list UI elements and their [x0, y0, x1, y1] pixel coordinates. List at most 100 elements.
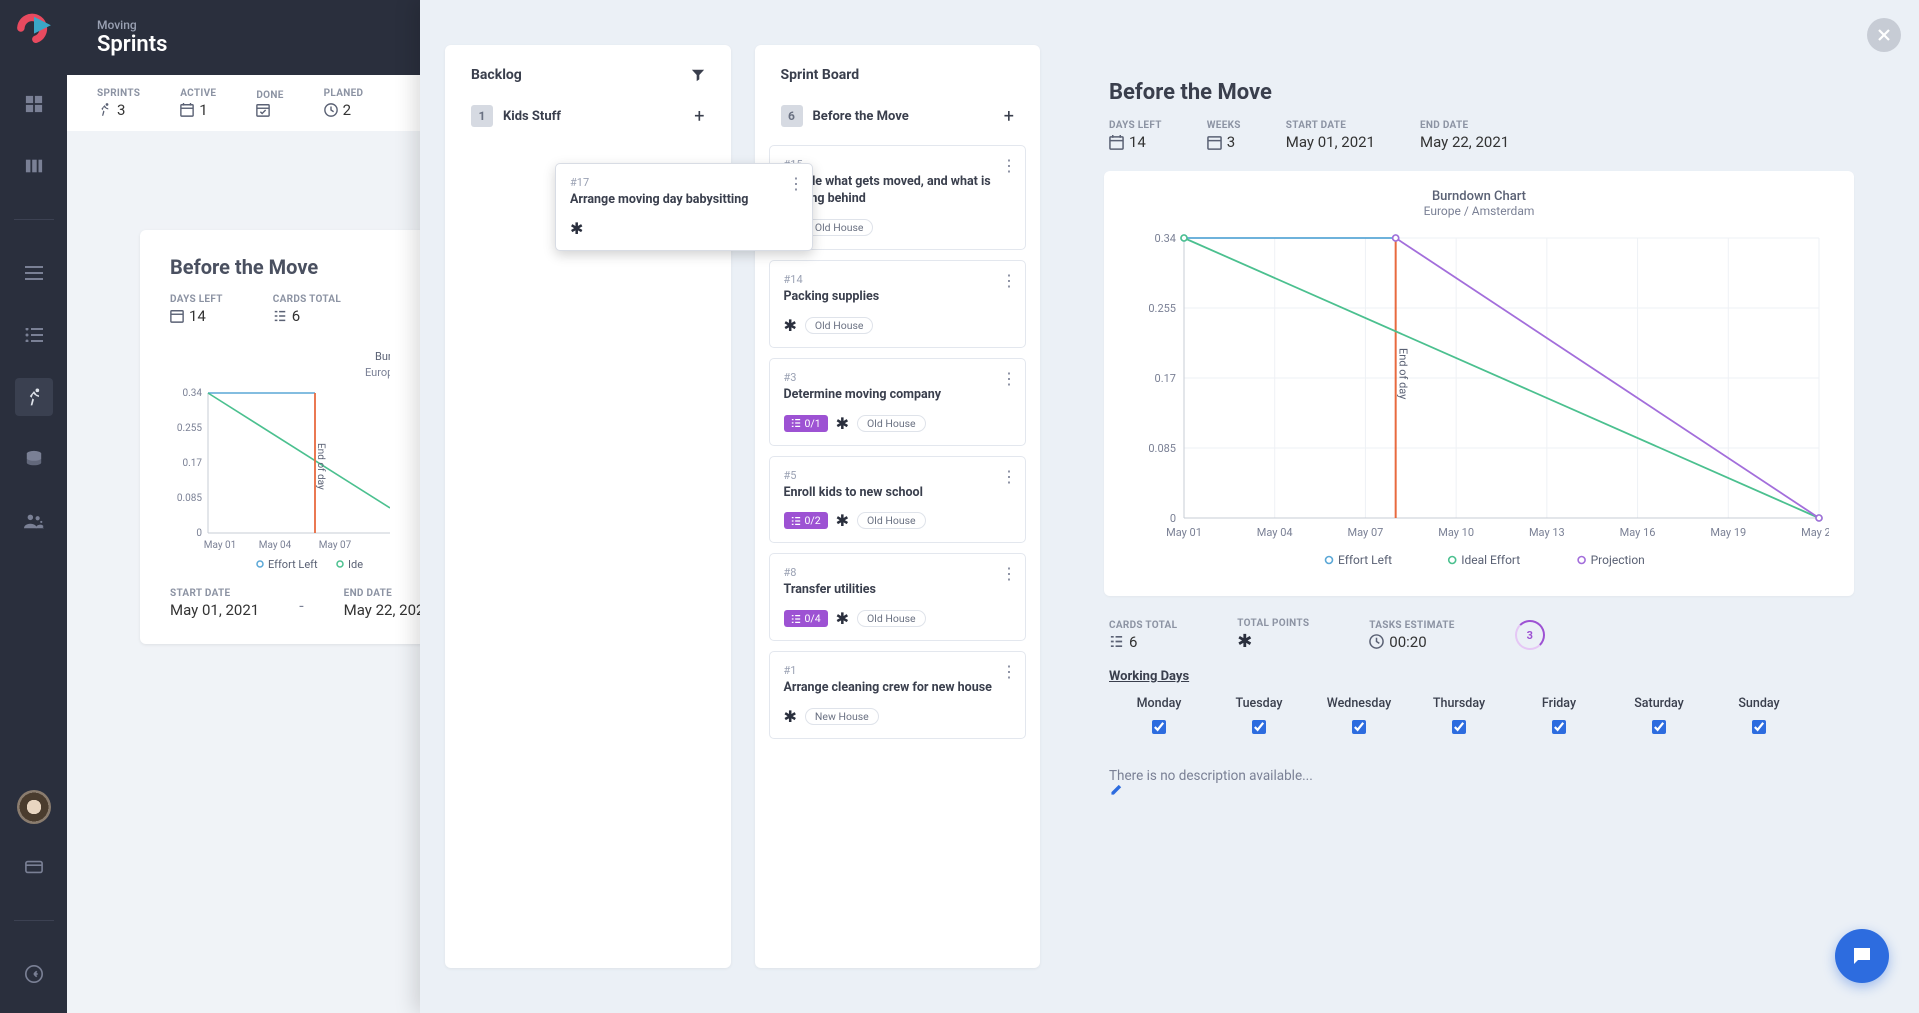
close-button[interactable] [1867, 18, 1901, 52]
stat-sprints: SPRINTS 3 [97, 88, 140, 119]
working-day: Sunday [1709, 696, 1809, 738]
card-menu-icon[interactable]: ⋮ [1001, 467, 1017, 486]
working-day: Tuesday [1209, 696, 1309, 738]
subtask-badge: 0/4 [784, 610, 828, 627]
backlog-section[interactable]: 1 Kids Stuff + [445, 97, 731, 135]
svg-text:Bur: Bur [375, 350, 390, 363]
svg-text:0.17: 0.17 [183, 458, 203, 469]
nav-logout-icon[interactable] [15, 955, 53, 993]
backlog-header: Backlog [471, 67, 522, 83]
svg-text:0.17: 0.17 [1155, 372, 1176, 385]
working-day: Wednesday [1309, 696, 1409, 738]
sprint-card[interactable]: #1 ⋮ Arrange cleaning crew for new house… [769, 651, 1027, 739]
sprint-card[interactable]: #3 ⋮ Determine moving company 0/1✱Old Ho… [769, 358, 1027, 446]
card-menu-icon[interactable]: ⋮ [1001, 156, 1017, 175]
working-day: Saturday [1609, 696, 1709, 738]
sprint-section[interactable]: 6 Before the Move + [755, 97, 1041, 135]
card-menu-icon[interactable]: ⋮ [1001, 662, 1017, 681]
svg-text:May 07: May 07 [319, 540, 352, 551]
svg-text:May 04: May 04 [259, 540, 292, 551]
priority-icon: ✱ [784, 316, 797, 335]
day-checkbox[interactable] [1252, 720, 1266, 734]
subtask-badge: 0/1 [784, 415, 828, 432]
add-card-icon[interactable]: + [1004, 106, 1014, 127]
sprint-description: There is no description available... [1064, 750, 1894, 815]
progress-ring: 3 [1515, 620, 1545, 650]
chat-fab[interactable] [1835, 929, 1889, 983]
nav-boards-icon[interactable] [15, 147, 53, 185]
card-menu-icon[interactable]: ⋮ [788, 174, 804, 193]
sprint-card[interactable]: #8 ⋮ Transfer utilities 0/4✱Old House [769, 553, 1027, 641]
day-checkbox[interactable] [1752, 720, 1766, 734]
svg-text:Projection: Projection [1591, 553, 1645, 567]
sprint-card[interactable]: #5 ⋮ Enroll kids to new school 0/2✱Old H… [769, 456, 1027, 544]
svg-text:May 01: May 01 [204, 540, 237, 551]
tag-pill: Old House [857, 610, 926, 627]
svg-text:0.085: 0.085 [1148, 442, 1176, 455]
svg-text:End of day: End of day [315, 443, 327, 490]
svg-text:Ide: Ide [348, 558, 363, 568]
nav-team-icon[interactable] [15, 502, 53, 540]
day-checkbox[interactable] [1152, 720, 1166, 734]
subtask-badge: 0/2 [784, 512, 828, 529]
nav-dashboard-icon[interactable] [15, 85, 53, 123]
svg-text:May 10: May 10 [1438, 526, 1474, 539]
sprint-board-header: Sprint Board [781, 67, 860, 83]
user-avatar[interactable] [17, 790, 51, 824]
svg-text:May 04: May 04 [1257, 526, 1293, 539]
priority-icon: ✱ [570, 219, 583, 238]
svg-text:End of day: End of day [1397, 348, 1410, 400]
day-checkbox[interactable] [1652, 720, 1666, 734]
priority-icon: ✱ [784, 707, 797, 726]
nav-billing-icon[interactable] [15, 848, 53, 886]
working-day: Thursday [1409, 696, 1509, 738]
svg-text:0.34: 0.34 [1155, 232, 1176, 245]
day-checkbox[interactable] [1552, 720, 1566, 734]
priority-icon: ✱ [836, 511, 849, 530]
sidebar-nav [0, 0, 67, 1013]
day-checkbox[interactable] [1352, 720, 1366, 734]
nav-database-icon[interactable] [15, 440, 53, 478]
svg-text:0: 0 [1170, 512, 1176, 525]
nav-sprints-icon[interactable] [15, 378, 53, 416]
tag-pill: Old House [857, 415, 926, 432]
svg-text:0.085: 0.085 [177, 493, 202, 504]
day-checkbox[interactable] [1452, 720, 1466, 734]
sprint-card[interactable]: #14 ⋮ Packing supplies ✱Old House [769, 260, 1027, 348]
card-menu-icon[interactable]: ⋮ [1001, 271, 1017, 290]
stat-active: ACTIVE 1 [180, 88, 216, 119]
mini-burndown-chart: Bur Europ 0.34 0.255 0.17 0.085 0 End of… [160, 348, 390, 568]
filter-icon[interactable] [691, 68, 705, 82]
nav-menu-icon[interactable] [15, 254, 53, 292]
tag-pill: New House [805, 708, 879, 725]
add-card-icon[interactable]: + [694, 106, 704, 127]
edit-description-icon[interactable] [1109, 784, 1849, 797]
burndown-chart-card: Burndown Chart Europe / Amsterdam 00.085… [1104, 171, 1854, 596]
card-menu-icon[interactable]: ⋮ [1001, 564, 1017, 583]
page-title: Sprints [97, 32, 167, 57]
dragging-card[interactable]: #17 ⋮ Arrange moving day babysitting ✱ [555, 163, 813, 251]
svg-text:0.34: 0.34 [183, 388, 203, 399]
working-day: Friday [1509, 696, 1609, 738]
svg-text:May 16: May 16 [1620, 526, 1656, 539]
svg-text:May 13: May 13 [1529, 526, 1565, 539]
sprint-detail-overlay: Backlog 1 Kids Stuff + Sprint Board 6 Be… [420, 0, 1919, 1013]
svg-text:May 01: May 01 [1166, 526, 1202, 539]
card-menu-icon[interactable]: ⋮ [1001, 369, 1017, 388]
svg-text:Effort Left: Effort Left [268, 558, 318, 568]
svg-text:May 07: May 07 [1348, 526, 1384, 539]
tag-pill: Old House [805, 317, 874, 334]
sprint-detail-pane: Before the Move DAYS LEFT14 WEEKS3 START… [1064, 45, 1894, 968]
svg-text:Europ: Europ [365, 366, 390, 379]
svg-text:0.255: 0.255 [177, 423, 202, 434]
svg-text:0: 0 [196, 528, 202, 539]
project-name: Moving [97, 18, 167, 32]
nav-list-icon[interactable] [15, 316, 53, 354]
priority-icon: ✱ [836, 609, 849, 628]
app-logo[interactable] [0, 0, 67, 55]
svg-text:May 19: May 19 [1710, 526, 1746, 539]
priority-icon: ✱ [836, 414, 849, 433]
svg-text:Ideal Effort: Ideal Effort [1461, 553, 1520, 567]
burndown-chart: 00.0850.170.2550.34May 01May 04May 07May… [1129, 218, 1829, 578]
working-days-header: Working Days [1109, 669, 1849, 684]
